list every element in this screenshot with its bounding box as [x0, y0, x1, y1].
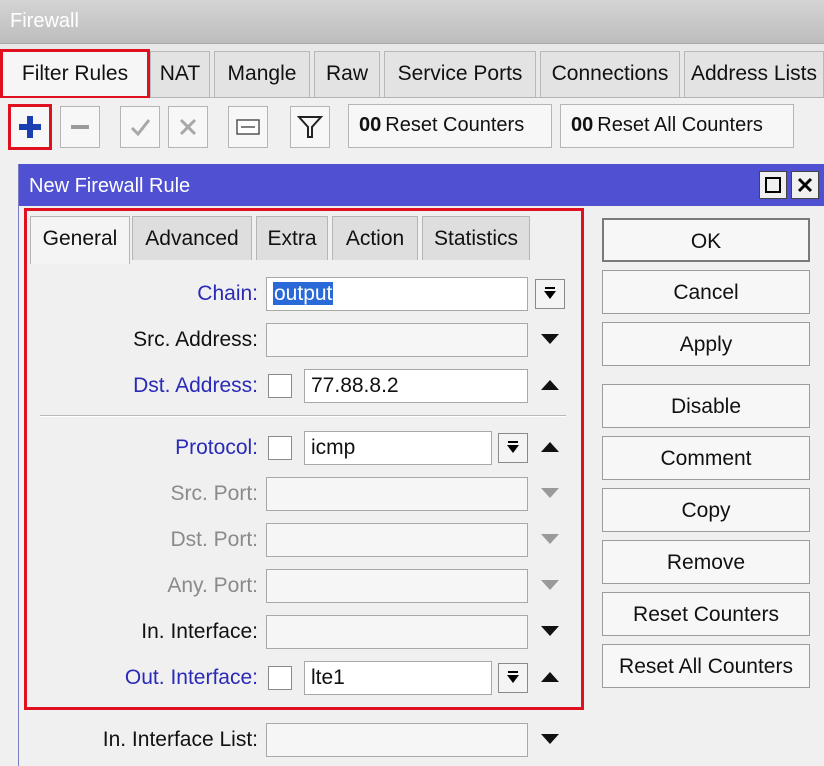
- remove-rule-button[interactable]: Remove: [602, 540, 810, 584]
- dialog-titlebar[interactable]: New Firewall Rule: [19, 164, 824, 206]
- restore-button[interactable]: [759, 171, 787, 199]
- remove-icon: [71, 125, 89, 129]
- reset-counters-button[interactable]: 00 Reset Counters: [348, 104, 552, 148]
- expand-down-icon: [538, 576, 562, 594]
- close-button[interactable]: [791, 171, 819, 199]
- dropdown-icon: [544, 287, 556, 299]
- dst-address-field[interactable]: 77.88.8.2: [304, 369, 528, 403]
- dst-address-label: Dst. Address:: [133, 374, 258, 397]
- comment-icon: [236, 119, 260, 135]
- out-interface-dropdown-button[interactable]: [498, 663, 528, 693]
- protocol-negate-checkbox[interactable]: [268, 436, 292, 460]
- dialog-reset-all-counters-button[interactable]: Reset All Counters: [602, 644, 810, 688]
- dst-address-negate-checkbox[interactable]: [268, 374, 292, 398]
- tab-service-ports[interactable]: Service Ports: [384, 51, 536, 97]
- tab-filter-rules[interactable]: Filter Rules: [0, 49, 150, 99]
- protocol-label: Protocol:: [175, 436, 258, 459]
- tab-raw[interactable]: Raw: [314, 51, 380, 97]
- tab-advanced[interactable]: Advanced: [132, 216, 252, 260]
- cancel-button[interactable]: Cancel: [602, 270, 810, 314]
- tab-mangle[interactable]: Mangle: [214, 51, 310, 97]
- any-port-label: Any. Port:: [167, 574, 258, 597]
- tab-action[interactable]: Action: [332, 216, 418, 260]
- collapse-up-icon[interactable]: [538, 438, 562, 456]
- filter-button[interactable]: [290, 106, 330, 148]
- in-interface-list-field[interactable]: [266, 723, 528, 757]
- dropdown-icon: [507, 441, 519, 453]
- chain-value: output: [273, 282, 334, 305]
- close-icon: [797, 177, 813, 193]
- in-interface-list-label: In. Interface List:: [102, 728, 258, 751]
- main-tabs: Filter Rules NAT Mangle Raw Service Port…: [0, 44, 824, 99]
- disable-rule-button[interactable]: Disable: [602, 384, 810, 428]
- reset-all-counters-button[interactable]: 00 Reset All Counters: [560, 104, 794, 148]
- tab-connections[interactable]: Connections: [540, 51, 680, 97]
- separator: [40, 415, 566, 417]
- comment-rule-button[interactable]: Comment: [602, 436, 810, 480]
- tab-nat[interactable]: NAT: [150, 51, 210, 97]
- dialog-reset-counters-button[interactable]: Reset Counters: [602, 592, 810, 636]
- window-title: Firewall: [10, 10, 79, 32]
- tab-extra[interactable]: Extra: [256, 216, 328, 260]
- src-address-field[interactable]: [266, 323, 528, 357]
- in-interface-label: In. Interface:: [141, 620, 258, 643]
- dropdown-icon: [507, 671, 519, 683]
- add-button[interactable]: [8, 104, 52, 150]
- collapse-up-icon[interactable]: [538, 376, 562, 394]
- window-titlebar: Firewall: [0, 0, 824, 44]
- enable-icon: [130, 119, 151, 137]
- expand-down-icon[interactable]: [538, 622, 562, 640]
- chain-label: Chain:: [197, 282, 258, 305]
- src-port-label: Src. Port:: [170, 482, 258, 505]
- out-interface-label: Out. Interface:: [124, 666, 258, 689]
- apply-button[interactable]: Apply: [602, 322, 810, 366]
- disable-icon: [179, 118, 197, 136]
- any-port-field[interactable]: [266, 569, 528, 603]
- toolbar: 00 Reset Counters 00 Reset All Counters: [0, 98, 824, 160]
- remove-button[interactable]: [60, 106, 100, 148]
- disable-button[interactable]: [168, 106, 208, 148]
- chain-dropdown-button[interactable]: [535, 279, 565, 309]
- add-icon: [19, 116, 41, 138]
- protocol-dropdown-button[interactable]: [498, 433, 528, 463]
- collapse-up-icon[interactable]: [538, 668, 562, 686]
- copy-button[interactable]: Copy: [602, 488, 810, 532]
- expand-down-icon: [538, 530, 562, 548]
- expand-down-icon: [538, 484, 562, 502]
- ok-button[interactable]: OK: [602, 218, 810, 262]
- protocol-select[interactable]: icmp: [304, 431, 492, 465]
- comment-button[interactable]: [228, 106, 268, 148]
- expand-down-icon[interactable]: [538, 730, 562, 748]
- dst-port-label: Dst. Port:: [170, 528, 258, 551]
- restore-icon: [765, 177, 781, 193]
- out-interface-select[interactable]: lte1: [304, 661, 492, 695]
- tab-general[interactable]: General: [30, 216, 130, 264]
- expand-down-icon[interactable]: [538, 330, 562, 348]
- dst-port-field[interactable]: [266, 523, 528, 557]
- src-address-label: Src. Address:: [133, 328, 258, 351]
- filter-icon: [297, 116, 323, 138]
- src-port-field[interactable]: [266, 477, 528, 511]
- tab-address-lists[interactable]: Address Lists: [684, 51, 824, 97]
- chain-select[interactable]: output: [266, 277, 528, 311]
- tab-statistics[interactable]: Statistics: [422, 216, 530, 260]
- enable-button[interactable]: [120, 106, 160, 148]
- out-interface-negate-checkbox[interactable]: [268, 666, 292, 690]
- dialog-title: New Firewall Rule: [29, 175, 191, 197]
- in-interface-field[interactable]: [266, 615, 528, 649]
